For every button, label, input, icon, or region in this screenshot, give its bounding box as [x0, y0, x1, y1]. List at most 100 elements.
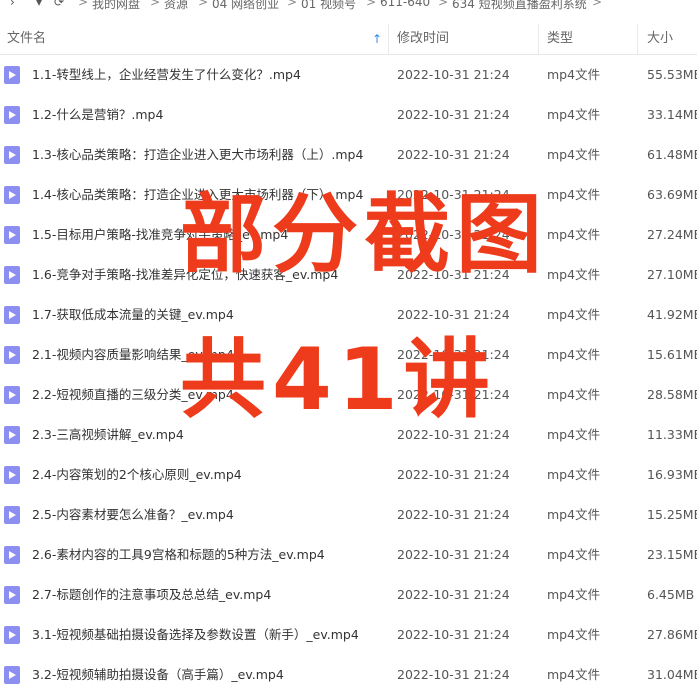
file-name[interactable]: 2.5-内容素材要怎么准备？_ev.mp4 [32, 495, 387, 535]
breadcrumb-item[interactable]: 01 视频号 [301, 0, 356, 12]
file-type: mp4文件 [547, 667, 601, 682]
breadcrumb-item[interactable]: 我的网盘 [92, 0, 140, 12]
file-size: 27.24MB [647, 227, 697, 242]
file-name[interactable]: 2.4-内容策划的2个核心原则_ev.mp4 [32, 455, 387, 495]
breadcrumb-item[interactable]: 资源 [164, 0, 188, 12]
video-file-icon [4, 186, 20, 204]
file-row[interactable]: 2.6-素材内容的工具9宫格和标题的5种方法_ev.mp4 2022-10-31 … [0, 535, 697, 575]
file-modified-time: 2022-10-31 21:24 [397, 507, 510, 522]
breadcrumb-separator: > [198, 0, 209, 9]
file-name[interactable]: 3.1-短视频基础拍摄设备选择及参数设置（新手）_ev.mp4 [32, 615, 387, 655]
video-file-icon [4, 546, 20, 564]
column-header-size[interactable]: 大小 [647, 24, 673, 54]
file-size: 31.04MB [647, 667, 697, 682]
file-size: 15.61MB [647, 347, 697, 362]
file-type: mp4文件 [547, 147, 601, 162]
file-name[interactable]: 2.7-标题创作的注意事项及总总结_ev.mp4 [32, 575, 387, 615]
file-size: 27.86MB [647, 627, 697, 642]
file-size: 23.15MB [647, 547, 697, 562]
file-size: 61.48MB [647, 147, 697, 162]
file-list-header: 文件名 ↑ 修改时间 类型 大小 [0, 24, 697, 55]
file-size: 55.53MB [647, 67, 697, 82]
video-file-icon [4, 346, 20, 364]
file-type: mp4文件 [547, 507, 601, 522]
arrow-up-icon[interactable]: ↑ [372, 32, 384, 46]
file-modified-time: 2022-10-31 21:24 [397, 67, 510, 82]
file-name[interactable]: 1.1-转型线上，企业经营发生了什么变化？.mp4 [32, 55, 387, 95]
file-type: mp4文件 [547, 427, 601, 442]
file-type: mp4文件 [547, 587, 601, 602]
column-header-type[interactable]: 类型 [547, 24, 573, 54]
file-type: mp4文件 [547, 307, 601, 322]
file-row[interactable]: 1.3-核心品类策略：打造企业进入更大市场利器（上）.mp4 2022-10-31… [0, 135, 697, 175]
file-size: 63.69MB [647, 187, 697, 202]
file-modified-time: 2022-10-31 21:24 [397, 147, 510, 162]
breadcrumb-separator: > [150, 0, 161, 9]
file-row[interactable]: 2.4-内容策划的2个核心原则_ev.mp4 2022-10-31 21:24 mp… [0, 455, 697, 495]
file-name[interactable]: 2.6-素材内容的工具9宫格和标题的5种方法_ev.mp4 [32, 535, 387, 575]
file-name[interactable]: 1.2-什么是营销？.mp4 [32, 95, 387, 135]
file-row[interactable]: 2.5-内容素材要怎么准备？_ev.mp4 2022-10-31 21:24 mp4… [0, 495, 697, 535]
video-file-icon [4, 506, 20, 524]
video-file-icon [4, 146, 20, 164]
file-row[interactable]: 3.1-短视频基础拍摄设备选择及参数设置（新手）_ev.mp4 2022-10-3… [0, 615, 697, 655]
file-size: 15.25MB [647, 507, 697, 522]
video-file-icon [4, 306, 20, 324]
column-header-name[interactable]: 文件名 [7, 24, 46, 54]
column-divider[interactable] [538, 24, 539, 54]
file-type: mp4文件 [547, 267, 601, 282]
forward-icon[interactable]: › [10, 0, 15, 9]
file-type: mp4文件 [547, 467, 601, 482]
file-row[interactable]: 1.1-转型线上，企业经营发生了什么变化？.mp4 2022-10-31 21:2… [0, 55, 697, 95]
video-file-icon [4, 106, 20, 124]
breadcrumb-separator: > [366, 0, 377, 9]
file-size: 16.93MB [647, 467, 697, 482]
breadcrumb-separator: > [438, 0, 449, 9]
file-modified-time: 2022-10-31 21:24 [397, 627, 510, 642]
file-type: mp4文件 [547, 67, 601, 82]
breadcrumb-item[interactable]: 634 短视频直播盈利系统 [452, 0, 587, 12]
file-type: mp4文件 [547, 227, 601, 242]
file-row[interactable]: 1.7-获取低成本流量的关键_ev.mp4 2022-10-31 21:24 mp4… [0, 295, 697, 335]
file-modified-time: 2022-10-31 21:24 [397, 667, 510, 682]
file-type: mp4文件 [547, 627, 601, 642]
breadcrumb-item[interactable]: 04 网络创业 [212, 0, 279, 12]
file-name[interactable]: 1.7-获取低成本流量的关键_ev.mp4 [32, 295, 387, 335]
file-type: mp4文件 [547, 387, 601, 402]
file-size: 33.14MB [647, 107, 697, 122]
breadcrumb-separator: > [592, 0, 603, 9]
file-size: 41.92MB [647, 307, 697, 322]
watermark-line-2: 共41讲 [180, 330, 496, 430]
file-name[interactable]: 1.3-核心品类策略：打造企业进入更大市场利器（上）.mp4 [32, 135, 387, 175]
file-name[interactable]: 3.2-短视频辅助拍摄设备（高手篇）_ev.mp4 [32, 655, 387, 695]
breadcrumb-separator: > [78, 0, 89, 9]
video-file-icon [4, 226, 20, 244]
file-modified-time: 2022-10-31 21:24 [397, 307, 510, 322]
video-file-icon [4, 626, 20, 644]
column-divider[interactable] [637, 24, 638, 54]
breadcrumb-item[interactable]: 611-640 [380, 0, 430, 9]
file-modified-time: 2022-10-31 21:24 [397, 587, 510, 602]
file-row[interactable]: 1.2-什么是营销？.mp4 2022-10-31 21:24 mp4文件 33.14… [0, 95, 697, 135]
file-size: 6.45MB [647, 587, 695, 602]
file-type: mp4文件 [547, 187, 601, 202]
file-size: 27.10MB [647, 267, 697, 282]
refresh-icon[interactable]: ⟳ [54, 0, 64, 9]
video-file-icon [4, 666, 20, 684]
file-type: mp4文件 [547, 107, 601, 122]
video-file-icon [4, 266, 20, 284]
video-file-icon [4, 66, 20, 84]
column-header-modified[interactable]: 修改时间 [397, 24, 449, 54]
column-divider[interactable] [388, 24, 389, 54]
dropdown-icon[interactable]: ▾ [36, 0, 42, 9]
watermark-line-1: 部分截图 [180, 185, 548, 285]
file-row[interactable]: 2.7-标题创作的注意事项及总总结_ev.mp4 2022-10-31 21:24… [0, 575, 697, 615]
file-row[interactable]: 3.2-短视频辅助拍摄设备（高手篇）_ev.mp4 2022-10-31 21:2… [0, 655, 697, 695]
file-modified-time: 2022-10-31 21:24 [397, 107, 510, 122]
breadcrumb: › ▾ ⟳ > 我的网盘 > 资源 > 04 网络创业 > 01 视频号 > 6… [0, 0, 697, 12]
video-file-icon [4, 586, 20, 604]
breadcrumb-separator: > [287, 0, 298, 9]
file-type: mp4文件 [547, 547, 601, 562]
video-file-icon [4, 386, 20, 404]
file-size: 11.33MB [647, 427, 697, 442]
